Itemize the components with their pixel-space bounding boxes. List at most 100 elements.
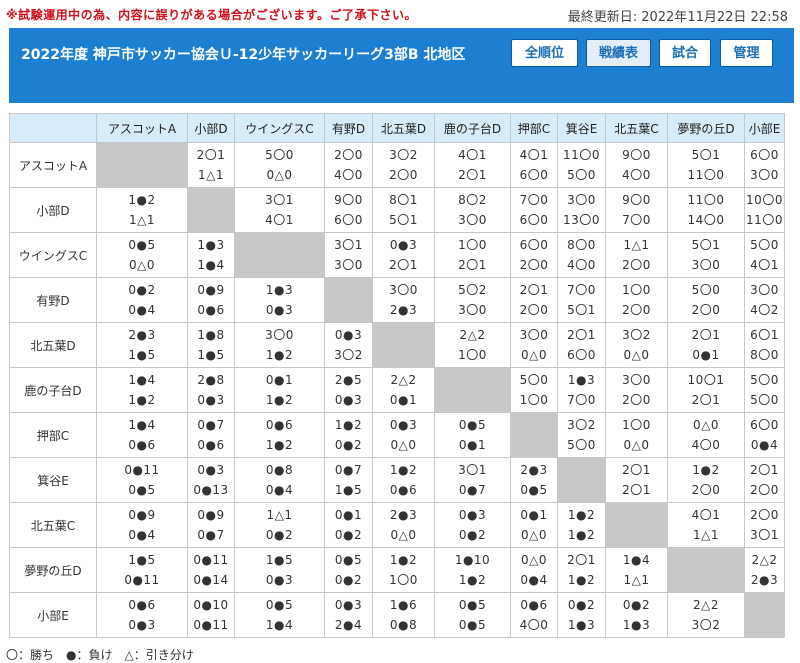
result-cell[interactable]: 0●3 0●13 xyxy=(187,457,235,503)
result-cell[interactable]: 1●4 1△1 xyxy=(605,547,668,593)
result-cell[interactable]: 2△2 0●1 xyxy=(372,367,435,413)
column-header-team[interactable]: 小部E xyxy=(744,113,785,143)
result-cell[interactable]: 10〇1 2〇1 xyxy=(667,367,745,413)
result-cell[interactable]: 3〇0 1●2 xyxy=(234,322,325,368)
result-cell[interactable]: 2●8 0●3 xyxy=(187,367,235,413)
result-cell[interactable]: 2〇1 1△1 xyxy=(187,142,235,188)
result-cell[interactable]: 11〇0 14〇0 xyxy=(667,187,745,233)
result-cell[interactable]: 1●2 1●2 xyxy=(557,502,606,548)
result-cell[interactable]: 4〇1 6〇0 xyxy=(510,142,558,188)
column-header-team[interactable]: 北五葉C xyxy=(605,113,668,143)
standings-button[interactable]: 全順位 xyxy=(511,39,578,67)
result-cell[interactable]: 3〇0 4〇2 xyxy=(744,277,785,323)
result-cell[interactable]: 2●3 0●5 xyxy=(510,457,558,503)
result-cell[interactable]: 2△2 2●3 xyxy=(744,547,785,593)
result-cell[interactable]: 9〇0 6〇0 xyxy=(324,187,373,233)
result-cell[interactable]: 2△2 1〇0 xyxy=(434,322,511,368)
result-cell[interactable]: 0●2 0●4 xyxy=(96,277,188,323)
result-cell[interactable]: 0●5 0●5 xyxy=(434,592,511,638)
result-cell[interactable]: 4〇1 1△1 xyxy=(667,502,745,548)
row-header-team[interactable]: アスコットA xyxy=(9,142,97,188)
result-cell[interactable]: 5〇0 4〇1 xyxy=(744,232,785,278)
row-header-team[interactable]: 有野D xyxy=(9,277,97,323)
result-cell[interactable]: 0●5 0●1 xyxy=(434,412,511,458)
result-cell[interactable]: 2●3 1●5 xyxy=(96,322,188,368)
result-cell[interactable]: 3〇0 2〇0 xyxy=(605,367,668,413)
column-header-team[interactable]: ウイングスC xyxy=(234,113,325,143)
result-cell[interactable]: 5〇1 3〇0 xyxy=(667,232,745,278)
result-cell[interactable]: 0●10 0●11 xyxy=(187,592,235,638)
result-cell[interactable]: 6〇0 2〇0 xyxy=(510,232,558,278)
row-header-team[interactable]: 北五葉D xyxy=(9,322,97,368)
result-cell[interactable]: 4〇1 2〇1 xyxy=(434,142,511,188)
result-cell[interactable]: 1●6 0●8 xyxy=(372,592,435,638)
result-cell[interactable]: 8〇0 4〇0 xyxy=(557,232,606,278)
result-cell[interactable]: 0●5 0△0 xyxy=(96,232,188,278)
result-cell[interactable]: 3〇0 13〇0 xyxy=(557,187,606,233)
result-cell[interactable]: 1●5 0●3 xyxy=(234,547,325,593)
result-cell[interactable]: 2〇1 6〇0 xyxy=(557,322,606,368)
result-cell[interactable]: 5〇1 11〇0 xyxy=(667,142,745,188)
column-header-team[interactable]: 夢野の丘D xyxy=(667,113,745,143)
result-cell[interactable]: 7〇0 5〇1 xyxy=(557,277,606,323)
result-cell[interactable]: 0●7 1●5 xyxy=(324,457,373,503)
result-cell[interactable]: 0●1 0△0 xyxy=(510,502,558,548)
result-cell[interactable]: 9〇0 7〇0 xyxy=(605,187,668,233)
matches-button[interactable]: 試合 xyxy=(659,39,711,67)
result-cell[interactable]: 1●3 1●4 xyxy=(187,232,235,278)
result-cell[interactable]: 3〇0 0△0 xyxy=(510,322,558,368)
result-cell[interactable]: 0●3 2●4 xyxy=(324,592,373,638)
result-cell[interactable]: 2〇1 2〇1 xyxy=(605,457,668,503)
result-cell[interactable]: 3〇2 0△0 xyxy=(605,322,668,368)
column-header-team[interactable]: 箕谷E xyxy=(557,113,606,143)
result-cell[interactable]: 1△1 2〇0 xyxy=(605,232,668,278)
column-header-team[interactable]: 押部C xyxy=(510,113,558,143)
column-header-team[interactable]: 鹿の子台D xyxy=(434,113,511,143)
result-cell[interactable]: 0●3 2〇1 xyxy=(372,232,435,278)
result-cell[interactable]: 0△0 4〇0 xyxy=(667,412,745,458)
result-cell[interactable]: 5〇0 2〇0 xyxy=(667,277,745,323)
result-cell[interactable]: 0●6 4〇0 xyxy=(510,592,558,638)
result-cell[interactable]: 1●2 1〇0 xyxy=(372,547,435,593)
result-cell[interactable]: 1●2 1△1 xyxy=(96,187,188,233)
result-cell[interactable]: 3〇2 5〇0 xyxy=(557,412,606,458)
result-cell[interactable]: 2●5 0●3 xyxy=(324,367,373,413)
result-cell[interactable]: 1●8 1●5 xyxy=(187,322,235,368)
result-cell[interactable]: 5〇0 0△0 xyxy=(234,142,325,188)
result-cell[interactable]: 1●10 1●2 xyxy=(434,547,511,593)
result-cell[interactable]: 0●7 0●6 xyxy=(187,412,235,458)
result-cell[interactable]: 2〇1 1●2 xyxy=(557,547,606,593)
result-cell[interactable]: 2〇1 2〇0 xyxy=(510,277,558,323)
row-header-team[interactable]: 小部E xyxy=(9,592,97,638)
result-cell[interactable]: 8〇1 5〇1 xyxy=(372,187,435,233)
result-cell[interactable]: 0●1 1●2 xyxy=(234,367,325,413)
result-cell[interactable]: 5〇0 5〇0 xyxy=(744,367,785,413)
admin-button[interactable]: 管理 xyxy=(720,39,773,67)
result-cell[interactable]: 1●2 0●2 xyxy=(324,412,373,458)
result-cell[interactable]: 2△2 3〇2 xyxy=(667,592,745,638)
result-cell[interactable]: 2●3 0△0 xyxy=(372,502,435,548)
result-cell[interactable]: 0●9 0●4 xyxy=(96,502,188,548)
result-cell[interactable]: 0●11 0●14 xyxy=(187,547,235,593)
result-cell[interactable]: 1△1 0●2 xyxy=(234,502,325,548)
result-cell[interactable]: 2〇0 4〇0 xyxy=(324,142,373,188)
result-cell[interactable]: 3〇0 2●3 xyxy=(372,277,435,323)
result-cell[interactable]: 0●6 1●2 xyxy=(234,412,325,458)
row-header-team[interactable]: 夢野の丘D xyxy=(9,547,97,593)
result-cell[interactable]: 0●9 0●6 xyxy=(187,277,235,323)
result-cell[interactable]: 0●9 0●7 xyxy=(187,502,235,548)
result-cell[interactable]: 11〇0 5〇0 xyxy=(557,142,606,188)
result-cell[interactable]: 5〇0 1〇0 xyxy=(510,367,558,413)
result-cell[interactable]: 6〇1 8〇0 xyxy=(744,322,785,368)
result-cell[interactable]: 1●3 0●3 xyxy=(234,277,325,323)
column-header-team[interactable]: アスコットA xyxy=(96,113,188,143)
result-cell[interactable]: 3〇1 3〇0 xyxy=(324,232,373,278)
result-cell[interactable]: 5〇2 3〇0 xyxy=(434,277,511,323)
row-header-team[interactable]: 北五葉C xyxy=(9,502,97,548)
results-table-button[interactable]: 戦績表 xyxy=(586,39,651,67)
result-cell[interactable]: 0●1 0●2 xyxy=(324,502,373,548)
result-cell[interactable]: 0●3 0●2 xyxy=(434,502,511,548)
result-cell[interactable]: 0●8 0●4 xyxy=(234,457,325,503)
result-cell[interactable]: 1●2 0●6 xyxy=(372,457,435,503)
result-cell[interactable]: 1〇0 2〇0 xyxy=(605,277,668,323)
